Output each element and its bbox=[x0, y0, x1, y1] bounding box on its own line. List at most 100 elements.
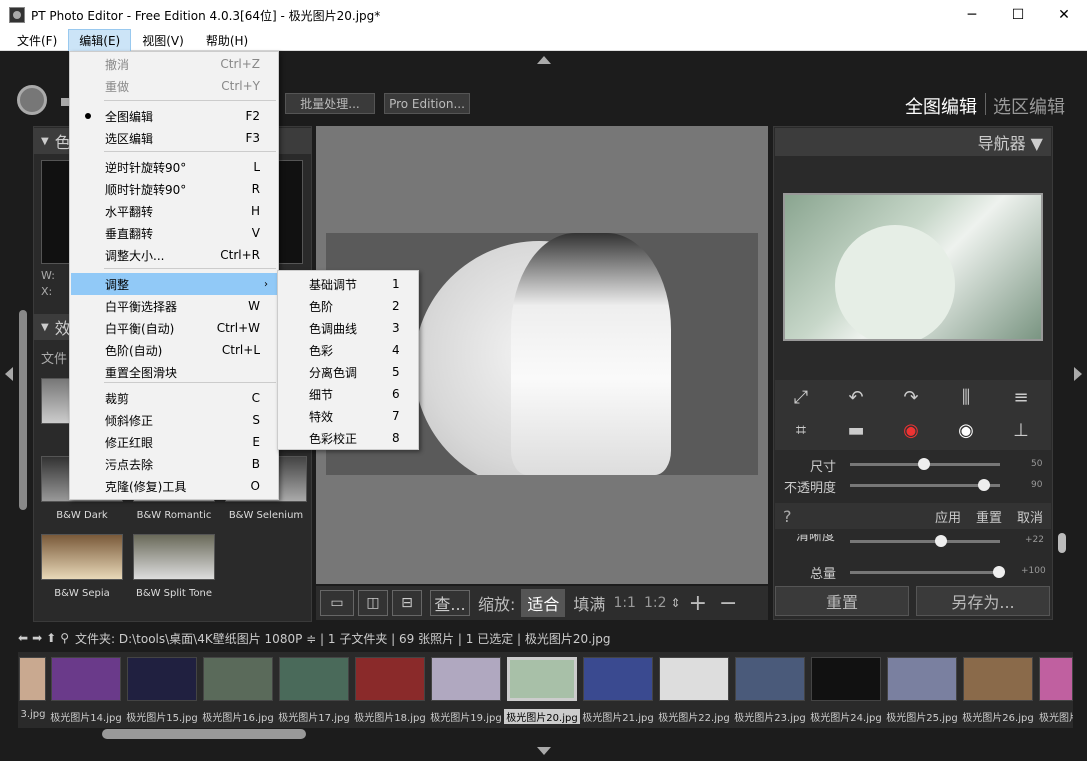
left-scrollbar[interactable] bbox=[19, 310, 27, 510]
maximize-button[interactable]: ☐ bbox=[995, 0, 1041, 30]
clarity-slider[interactable] bbox=[850, 540, 1000, 543]
zoom-fit-button[interactable]: 适合 bbox=[521, 589, 566, 617]
menu-item-resize[interactable]: 调整大小... Ctrl+R bbox=[71, 244, 278, 266]
split-vertical-view-icon[interactable]: ◫ bbox=[358, 590, 388, 616]
collapse-left-arrow-icon[interactable] bbox=[5, 367, 13, 381]
navigator-preview[interactable] bbox=[783, 193, 1043, 341]
collapse-right-arrow-icon[interactable] bbox=[1074, 367, 1082, 381]
close-button[interactable]: ✕ bbox=[1041, 0, 1087, 30]
total-slider[interactable] bbox=[850, 571, 1000, 574]
menu-item-straighten[interactable]: 倾斜修正 S bbox=[71, 409, 278, 431]
submenu-item-color-correction[interactable]: 色彩校正 8 bbox=[278, 427, 418, 449]
menu-item-undo[interactable]: 撤消 Ctrl+Z bbox=[71, 53, 278, 75]
up-icon[interactable]: ⬆ bbox=[46, 631, 56, 645]
rotate-left-icon[interactable]: ↶ bbox=[844, 386, 868, 408]
menu-item-adjust[interactable]: 调整 › bbox=[71, 273, 278, 295]
menu-item-crop[interactable]: 裁剪 C bbox=[71, 387, 278, 409]
submenu-item-levels[interactable]: 色阶 2 bbox=[278, 295, 418, 317]
submenu-item-tone-curve[interactable]: 色调曲线 3 bbox=[278, 317, 418, 339]
submenu-item-split-tone[interactable]: 分离色调 5 bbox=[278, 361, 418, 383]
menu-edit[interactable]: 编辑(E) bbox=[68, 28, 132, 52]
submenu-item-basic[interactable]: 基础调节 1 bbox=[278, 273, 418, 295]
menu-item-wb-auto[interactable]: 白平衡(自动) Ctrl+W bbox=[71, 317, 278, 339]
filmstrip-thumb[interactable] bbox=[963, 657, 1033, 701]
menu-item-full-edit[interactable]: 全图编辑 F2 bbox=[71, 105, 278, 127]
batch-button[interactable]: 批量处理... bbox=[285, 93, 375, 114]
minimize-button[interactable]: ─ bbox=[949, 0, 995, 30]
filmstrip-thumb[interactable] bbox=[507, 657, 577, 701]
menu-item-rotate-cw[interactable]: 顺时针旋转90° R bbox=[71, 178, 278, 200]
filmstrip-thumb[interactable] bbox=[19, 657, 46, 701]
find-button[interactable]: 查... bbox=[430, 590, 470, 616]
reset-button[interactable]: 重置 bbox=[775, 586, 909, 616]
submenu-item-color[interactable]: 色彩 4 bbox=[278, 339, 418, 361]
fullscreen-icon[interactable]: ⤢ bbox=[789, 386, 813, 408]
opacity-slider-knob[interactable] bbox=[978, 479, 990, 491]
filmstrip-scrollbar[interactable] bbox=[102, 729, 306, 739]
zoom-out-button[interactable]: − bbox=[719, 591, 737, 616]
filmstrip-thumb[interactable] bbox=[355, 657, 425, 701]
flip-horizontal-icon[interactable]: ⫼ bbox=[954, 386, 978, 408]
forward-icon[interactable]: ➡ bbox=[32, 631, 42, 645]
back-icon[interactable]: ⬅ bbox=[18, 631, 28, 645]
effect-thumb[interactable] bbox=[133, 534, 215, 580]
navigator-header[interactable]: 导航器 ▼ bbox=[775, 128, 1051, 156]
save-as-button[interactable]: 另存为... bbox=[916, 586, 1050, 616]
menu-item-flip-v[interactable]: 垂直翻转 V bbox=[71, 222, 278, 244]
single-view-icon[interactable]: ▭ bbox=[320, 590, 354, 616]
size-slider-knob[interactable] bbox=[918, 458, 930, 470]
menu-view[interactable]: 视图(V) bbox=[131, 29, 195, 52]
straighten-icon[interactable]: ▬ bbox=[844, 419, 868, 441]
filmstrip-thumb[interactable] bbox=[203, 657, 273, 701]
split-horizontal-view-icon[interactable]: ⊟ bbox=[392, 590, 422, 616]
pro-edition-button[interactable]: Pro Edition... bbox=[384, 93, 470, 114]
rotate-right-icon[interactable]: ↷ bbox=[899, 386, 923, 408]
collapse-bottom-arrow-icon[interactable] bbox=[537, 747, 551, 755]
filmstrip-thumb[interactable] bbox=[431, 657, 501, 701]
redeye-icon[interactable]: ◉ bbox=[899, 419, 923, 441]
filmstrip-thumb[interactable] bbox=[583, 657, 653, 701]
mode-selection-edit[interactable]: 选区编辑 bbox=[993, 93, 1065, 119]
menu-item-rotate-ccw[interactable]: 逆时针旋转90° L bbox=[71, 156, 278, 178]
menu-item-redeye[interactable]: 修正红眼 E bbox=[71, 431, 278, 453]
menu-item-clone-tool[interactable]: 克隆(修复)工具 O bbox=[71, 475, 278, 497]
menu-item-selection-edit[interactable]: 选区编辑 F3 bbox=[71, 127, 278, 149]
submenu-item-effects[interactable]: 特效 7 bbox=[278, 405, 418, 427]
menu-item-spot-removal[interactable]: 污点去除 B bbox=[71, 453, 278, 475]
filmstrip-thumb[interactable] bbox=[735, 657, 805, 701]
zoom-fill-button[interactable]: 填满 bbox=[573, 591, 605, 615]
menu-item-redo[interactable]: 重做 Ctrl+Y bbox=[71, 75, 278, 97]
effect-thumb[interactable] bbox=[41, 534, 123, 580]
zoom-1to2-button[interactable]: 1:2 bbox=[644, 595, 667, 611]
right-scrollbar[interactable] bbox=[1058, 533, 1066, 553]
collapse-top-arrow-icon[interactable] bbox=[537, 56, 551, 64]
menu-item-flip-h[interactable]: 水平翻转 H bbox=[71, 200, 278, 222]
flip-vertical-icon[interactable]: ≡ bbox=[1009, 386, 1033, 408]
open-icon[interactable] bbox=[61, 98, 69, 106]
reset-tool-button[interactable]: 重置 bbox=[976, 507, 1002, 526]
cancel-button[interactable]: 取消 bbox=[1017, 507, 1043, 526]
filmstrip-thumb[interactable] bbox=[51, 657, 121, 701]
filmstrip-thumb[interactable] bbox=[127, 657, 197, 701]
zoom-stepper-icon[interactable]: ⇕ bbox=[671, 596, 681, 610]
search-icon[interactable]: ⚲ bbox=[60, 631, 69, 645]
menu-item-reset-sliders[interactable]: 重置全图滑块 bbox=[71, 361, 278, 383]
filmstrip-thumb[interactable] bbox=[811, 657, 881, 701]
menu-file[interactable]: 文件(F) bbox=[6, 29, 68, 52]
clarity-slider-knob[interactable] bbox=[935, 535, 947, 547]
menu-help[interactable]: 帮助(H) bbox=[195, 29, 259, 52]
spot-removal-icon[interactable]: ◉ bbox=[954, 419, 978, 441]
filmstrip-thumb[interactable] bbox=[279, 657, 349, 701]
clone-stamp-icon[interactable]: ⊥ bbox=[1009, 419, 1033, 441]
crop-icon[interactable]: ⌗ bbox=[789, 419, 813, 441]
submenu-item-detail[interactable]: 细节 6 bbox=[278, 383, 418, 405]
zoom-in-button[interactable]: + bbox=[689, 591, 707, 616]
filmstrip-thumb[interactable] bbox=[659, 657, 729, 701]
menu-item-wb-picker[interactable]: 白平衡选择器 W bbox=[71, 295, 278, 317]
menu-item-levels-auto[interactable]: 色阶(自动) Ctrl+L bbox=[71, 339, 278, 361]
filmstrip-thumb[interactable] bbox=[1039, 657, 1073, 701]
help-icon[interactable]: ? bbox=[783, 507, 792, 526]
total-slider-knob[interactable] bbox=[993, 566, 1005, 578]
apply-button[interactable]: 应用 bbox=[935, 507, 961, 526]
mode-full-edit[interactable]: 全图编辑 bbox=[905, 93, 977, 119]
